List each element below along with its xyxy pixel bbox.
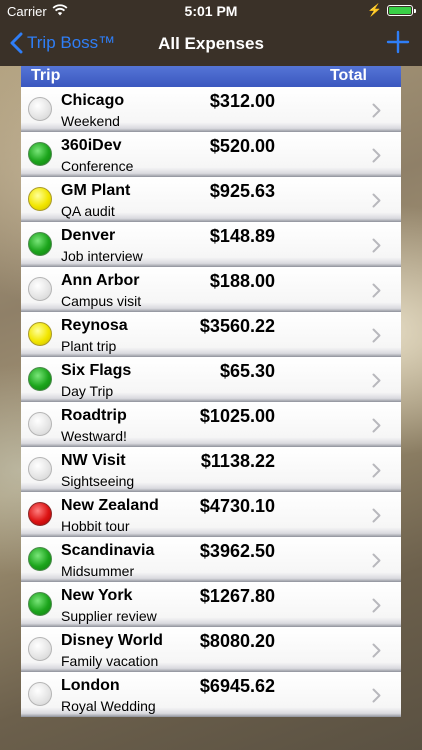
column-header-trip: Trip — [31, 67, 61, 84]
trip-description: Weekend — [61, 113, 120, 129]
status-indicator-icon — [28, 592, 52, 616]
status-indicator-icon — [28, 97, 52, 121]
back-button[interactable]: Trip Boss™ — [10, 32, 115, 54]
trip-name: Roadtrip — [61, 407, 127, 424]
chevron-right-icon — [372, 643, 381, 658]
trip-name: Chicago — [61, 92, 125, 109]
status-indicator-icon — [28, 682, 52, 706]
status-indicator-icon — [28, 142, 52, 166]
status-indicator-icon — [28, 187, 52, 211]
trip-description: Plant trip — [61, 338, 117, 354]
chevron-right-icon — [372, 463, 381, 478]
trip-description: Westward! — [61, 428, 127, 444]
table-row[interactable]: Roadtrip Westward! $1025.00 — [21, 402, 401, 447]
trip-name: Disney World — [61, 632, 163, 649]
trip-description: Job interview — [61, 248, 143, 264]
chevron-right-icon — [372, 148, 381, 163]
chevron-right-icon — [372, 508, 381, 523]
chevron-right-icon — [372, 193, 381, 208]
trip-list: Chicago Weekend $312.00 360iDev Conference $5… — [21, 87, 401, 717]
table-row[interactable]: London Royal Wedding $6945.62 — [21, 672, 401, 717]
trip-description: Day Trip — [61, 383, 114, 399]
trip-total: $4730.10 — [199, 496, 275, 516]
status-indicator-icon — [28, 457, 52, 481]
chevron-left-icon — [10, 32, 23, 54]
table-row[interactable]: Six Flags Day Trip $65.30 — [21, 357, 401, 402]
table-row[interactable]: New Zealand Hobbit tour $4730.10 — [21, 492, 401, 537]
trip-name: Six Flags — [61, 362, 132, 379]
trip-total: $1267.80 — [199, 586, 275, 606]
table-row[interactable]: Denver Job interview $148.89 — [21, 222, 401, 267]
expenses-table: Trip Total Chicago Weekend $312.00 360iDev C… — [21, 66, 401, 717]
chevron-right-icon — [372, 598, 381, 613]
status-indicator-icon — [28, 637, 52, 661]
table-row[interactable]: NW Visit Sightseeing $1138.22 — [21, 447, 401, 492]
charging-bolt-icon: ⚡ — [367, 3, 382, 17]
table-row[interactable]: Scandinavia Midsummer $3962.50 — [21, 537, 401, 582]
trip-description: Campus visit — [61, 293, 142, 309]
trip-description: Royal Wedding — [61, 698, 156, 714]
chevron-right-icon — [372, 373, 381, 388]
status-indicator-icon — [28, 412, 52, 436]
trip-total: $1138.22 — [200, 451, 275, 471]
trip-name: Ann Arbor — [61, 272, 140, 289]
trip-total: $520.00 — [209, 136, 275, 156]
status-time: 5:01 PM — [184, 3, 238, 19]
trip-description: Supplier review — [61, 608, 157, 624]
chevron-right-icon — [372, 103, 381, 118]
trip-description: QA audit — [61, 203, 115, 219]
status-indicator-icon — [28, 367, 52, 391]
back-button-label: Trip Boss™ — [27, 33, 116, 52]
trip-total: $6945.62 — [199, 676, 275, 696]
status-indicator-icon — [28, 547, 52, 571]
trip-total: $925.63 — [209, 181, 275, 201]
status-indicator-icon — [28, 232, 52, 256]
trip-total: $65.30 — [219, 361, 275, 381]
trip-name: London — [61, 677, 120, 694]
trip-name: Denver — [61, 227, 116, 244]
trip-description: Sightseeing — [61, 473, 135, 489]
trip-total: $3962.50 — [199, 541, 275, 561]
column-header-total: Total — [329, 67, 367, 84]
trip-total: $3560.22 — [199, 316, 275, 336]
trip-name: New York — [61, 587, 133, 604]
trip-total: $8080.20 — [199, 631, 275, 651]
trip-description: Hobbit tour — [61, 518, 130, 534]
status-indicator-icon — [28, 502, 52, 526]
trip-total: $188.00 — [209, 271, 275, 291]
trip-name: New Zealand — [61, 497, 159, 514]
table-header: Trip Total — [21, 66, 401, 87]
trip-name: Scandinavia — [61, 542, 155, 559]
chevron-right-icon — [372, 328, 381, 343]
plus-icon[interactable] — [386, 30, 410, 54]
trip-name: 360iDev — [61, 137, 122, 154]
trip-total: $312.00 — [209, 91, 275, 111]
chevron-right-icon — [372, 283, 381, 298]
status-indicator-icon — [28, 277, 52, 301]
chevron-right-icon — [372, 553, 381, 568]
trip-description: Family vacation — [61, 653, 159, 669]
chevron-right-icon — [372, 238, 381, 253]
table-row[interactable]: Chicago Weekend $312.00 — [21, 87, 401, 132]
table-row[interactable]: Ann Arbor Campus visit $188.00 — [21, 267, 401, 312]
status-bar: Carrier 5:01 PM ⚡ — [0, 0, 422, 22]
trip-total: $148.89 — [209, 226, 275, 246]
trip-total: $1025.00 — [199, 406, 275, 426]
trip-name: Reynosa — [61, 317, 128, 334]
table-row[interactable]: Disney World Family vacation $8080.20 — [21, 627, 401, 672]
table-row[interactable]: Reynosa Plant trip $3560.22 — [21, 312, 401, 357]
table-row[interactable]: GM Plant QA audit $925.63 — [21, 177, 401, 222]
trip-name: NW Visit — [61, 452, 126, 469]
status-indicator-icon — [28, 322, 52, 346]
navigation-bar: Trip Boss™ All Expenses — [0, 22, 422, 66]
chevron-right-icon — [372, 418, 381, 433]
chevron-right-icon — [372, 688, 381, 703]
trip-name: GM Plant — [61, 182, 131, 199]
battery-icon — [387, 5, 416, 16]
trip-description: Midsummer — [61, 563, 135, 579]
table-row[interactable]: New York Supplier review $1267.80 — [21, 582, 401, 627]
table-row[interactable]: 360iDev Conference $520.00 — [21, 132, 401, 177]
trip-description: Conference — [61, 158, 134, 174]
